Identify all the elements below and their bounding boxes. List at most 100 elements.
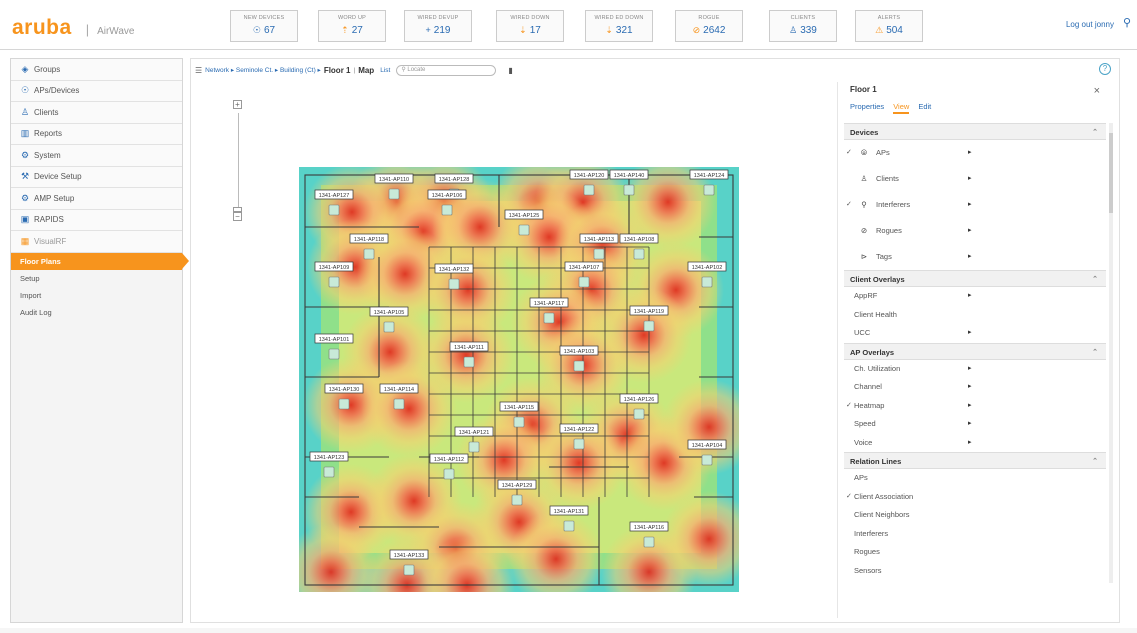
ap-label[interactable]: 1341-AP111	[449, 341, 489, 352]
ap-icon[interactable]	[633, 408, 645, 420]
ap-icon[interactable]	[563, 520, 575, 532]
ap-label[interactable]: 1341-AP113	[579, 233, 619, 244]
ap-label[interactable]: 1341-AP128	[434, 173, 474, 184]
ap-icon[interactable]	[323, 466, 335, 478]
option-clients[interactable]: ♙ Clients ▸	[844, 166, 1106, 192]
collapse-caret-icon[interactable]: ⌃	[1092, 124, 1098, 141]
ap-icon[interactable]	[701, 276, 713, 288]
tab-edit[interactable]: Edit	[918, 102, 931, 114]
option-sensors[interactable]: Sensors	[844, 562, 1106, 581]
ap-icon[interactable]	[383, 321, 395, 333]
subnav-floor-plans[interactable]: Floor Plans	[11, 252, 189, 270]
ap-icon[interactable]	[573, 360, 585, 372]
lock-icon[interactable]: ▮	[508, 66, 512, 75]
ap-label[interactable]: 1341-AP129	[497, 479, 537, 490]
stat-tile-1[interactable]: WORD UP ⇡ 27	[318, 10, 386, 42]
ap-label[interactable]: 1341-AP106	[427, 189, 467, 200]
option-interferers[interactable]: Interferers	[844, 525, 1106, 544]
ap-icon[interactable]	[448, 278, 460, 290]
ap-icon[interactable]	[328, 348, 340, 360]
submenu-arrow-icon[interactable]: ▸	[968, 244, 972, 270]
submenu-arrow-icon[interactable]: ▸	[968, 140, 972, 166]
option-tags[interactable]: ⊳ Tags ▸	[844, 244, 1106, 270]
zoom-slider-thumb[interactable]	[233, 207, 242, 212]
option-ch-utilization[interactable]: Ch. Utilization ▸	[844, 360, 1106, 379]
ap-icon[interactable]	[328, 276, 340, 288]
stat-tile-0[interactable]: NEW DEVICES ☉ 67	[230, 10, 298, 42]
locate-input[interactable]: ⚲ Locate	[396, 64, 497, 76]
zoom-track[interactable]	[237, 113, 239, 208]
zoom-out-button[interactable]: −	[233, 212, 242, 221]
ap-icon[interactable]	[583, 184, 595, 196]
ap-label[interactable]: 1341-AP116	[629, 521, 669, 532]
ap-label[interactable]: 1341-AP118	[349, 233, 389, 244]
ap-icon[interactable]	[468, 441, 480, 453]
stat-tile-5[interactable]: ROGUE ⊘ 2642	[675, 10, 743, 42]
collapse-caret-icon[interactable]: ⌃	[1092, 453, 1098, 470]
list-toggle[interactable]: List	[380, 67, 390, 74]
stat-tile-2[interactable]: WIRED DEVUP +219	[404, 10, 472, 42]
ap-icon[interactable]	[643, 536, 655, 548]
subnav-import[interactable]: Import	[11, 287, 182, 304]
submenu-arrow-icon[interactable]: ▸	[968, 166, 972, 192]
sidebar-item-rapids[interactable]: ▣ RAPIDS	[11, 209, 182, 231]
tree-icon[interactable]: ☰	[195, 66, 202, 75]
subnav-audit-log[interactable]: Audit Log	[11, 304, 182, 321]
ap-icon[interactable]	[633, 248, 645, 260]
ap-icon[interactable]	[573, 438, 585, 450]
option-interferers[interactable]: ✓ ⚲ Interferers ▸	[844, 192, 1106, 218]
submenu-arrow-icon[interactable]: ▸	[968, 397, 972, 416]
ap-label[interactable]: 1341-AP114	[379, 383, 419, 394]
ap-label[interactable]: 1341-AP115	[499, 401, 539, 412]
ap-label[interactable]: 1341-AP122	[559, 423, 599, 434]
section-devices[interactable]: Devices ⌃	[844, 123, 1106, 140]
option-heatmap[interactable]: ✓ Heatmap ▸	[844, 397, 1106, 416]
ap-label[interactable]: 1341-AP127	[314, 189, 354, 200]
map-toggle[interactable]: Map	[358, 66, 374, 75]
ap-label[interactable]: 1341-AP112	[429, 453, 469, 464]
option-speed[interactable]: Speed ▸	[844, 415, 1106, 434]
ap-label[interactable]: 1341-AP124	[689, 169, 729, 180]
sidebar-item-clients[interactable]: ♙ Clients	[11, 102, 182, 124]
logout-link[interactable]: Log out jonny	[1066, 20, 1114, 29]
option-aps[interactable]: APs	[844, 469, 1106, 488]
sidebar-item-groups[interactable]: ◈ Groups	[11, 59, 182, 81]
ap-icon[interactable]	[393, 398, 405, 410]
submenu-arrow-icon[interactable]: ▸	[968, 192, 972, 218]
stat-tile-6[interactable]: CLIENTS ♙ 339	[769, 10, 837, 42]
ap-label[interactable]: 1341-AP104	[687, 439, 727, 450]
section-client-overlays[interactable]: Client Overlays ⌃	[844, 270, 1106, 287]
section-relation-lines[interactable]: Relation Lines ⌃	[844, 452, 1106, 469]
submenu-arrow-icon[interactable]: ▸	[968, 434, 972, 453]
ap-label[interactable]: 1341-AP109	[314, 261, 354, 272]
ap-icon[interactable]	[578, 276, 590, 288]
help-icon[interactable]: ?	[1099, 63, 1111, 75]
search-icon[interactable]: ⚲	[1123, 16, 1131, 29]
ap-icon[interactable]	[543, 312, 555, 324]
ap-icon[interactable]	[328, 204, 340, 216]
option-aps[interactable]: ✓ ⦾ APs ▸	[844, 140, 1106, 166]
ap-icon[interactable]	[643, 320, 655, 332]
ap-label[interactable]: 1341-AP140	[609, 169, 649, 180]
option-ucc[interactable]: UCC ▸	[844, 324, 1106, 343]
panel-scrollbar[interactable]	[1109, 123, 1113, 583]
option-rogues[interactable]: Rogues	[844, 543, 1106, 562]
ap-icon[interactable]	[623, 184, 635, 196]
option-rogues[interactable]: ⊘ Rogues ▸	[844, 218, 1106, 244]
ap-label[interactable]: 1341-AP132	[434, 263, 474, 274]
ap-icon[interactable]	[703, 184, 715, 196]
submenu-arrow-icon[interactable]: ▸	[968, 415, 972, 434]
sidebar-item-device-setup[interactable]: ⚒ Device Setup	[11, 166, 182, 188]
ap-label[interactable]: 1341-AP121	[454, 426, 494, 437]
ap-label[interactable]: 1341-AP120	[569, 169, 609, 180]
ap-icon[interactable]	[403, 564, 415, 576]
ap-label[interactable]: 1341-AP123	[309, 451, 349, 462]
ap-icon[interactable]	[441, 204, 453, 216]
ap-label[interactable]: 1341-AP117	[529, 297, 569, 308]
floor-plan-map[interactable]: 1341-AP110 1341-AP128 1341-AP120 1341-AP140…	[299, 167, 739, 592]
ap-label[interactable]: 1341-AP130	[324, 383, 364, 394]
option-channel[interactable]: Channel ▸	[844, 378, 1106, 397]
sidebar-item-system[interactable]: ⚙ System	[11, 145, 182, 167]
option-client-neighbors[interactable]: Client Neighbors	[844, 506, 1106, 525]
ap-icon[interactable]	[518, 224, 530, 236]
